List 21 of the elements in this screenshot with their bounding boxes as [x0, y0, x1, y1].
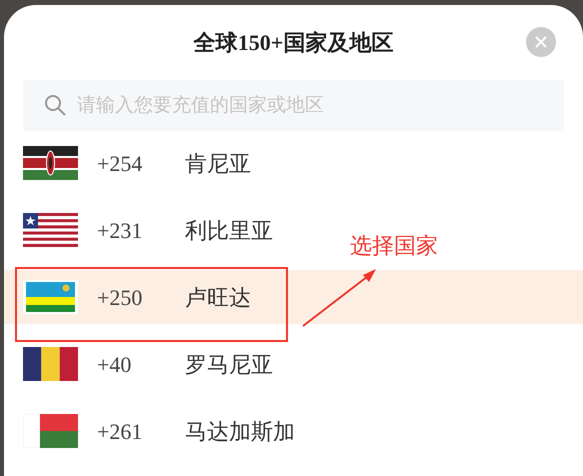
search-icon	[43, 93, 67, 117]
flag-icon	[23, 213, 78, 247]
flag-icon	[23, 414, 78, 448]
country-name: 罗马尼亚	[185, 350, 273, 378]
country-row[interactable]: +250 卢旺达	[4, 270, 583, 324]
annotation-label: 选择国家	[350, 232, 438, 260]
dial-code: +250	[97, 284, 144, 312]
dial-code: +254	[97, 150, 144, 178]
flag-icon	[23, 280, 78, 314]
dialog-title: 全球150+国家及地区	[194, 29, 394, 57]
country-name: 卢旺达	[185, 284, 251, 312]
flag-icon	[23, 146, 78, 180]
dial-code: +231	[97, 216, 144, 244]
close-icon	[534, 35, 548, 49]
flag-icon	[23, 347, 78, 381]
close-button[interactable]	[526, 27, 556, 57]
country-name: 马达加斯加	[185, 418, 295, 446]
dial-code: +261	[97, 418, 144, 446]
dial-code: +40	[97, 350, 132, 378]
country-name: 肯尼亚	[185, 150, 251, 178]
country-name: 利比里亚	[185, 216, 273, 244]
